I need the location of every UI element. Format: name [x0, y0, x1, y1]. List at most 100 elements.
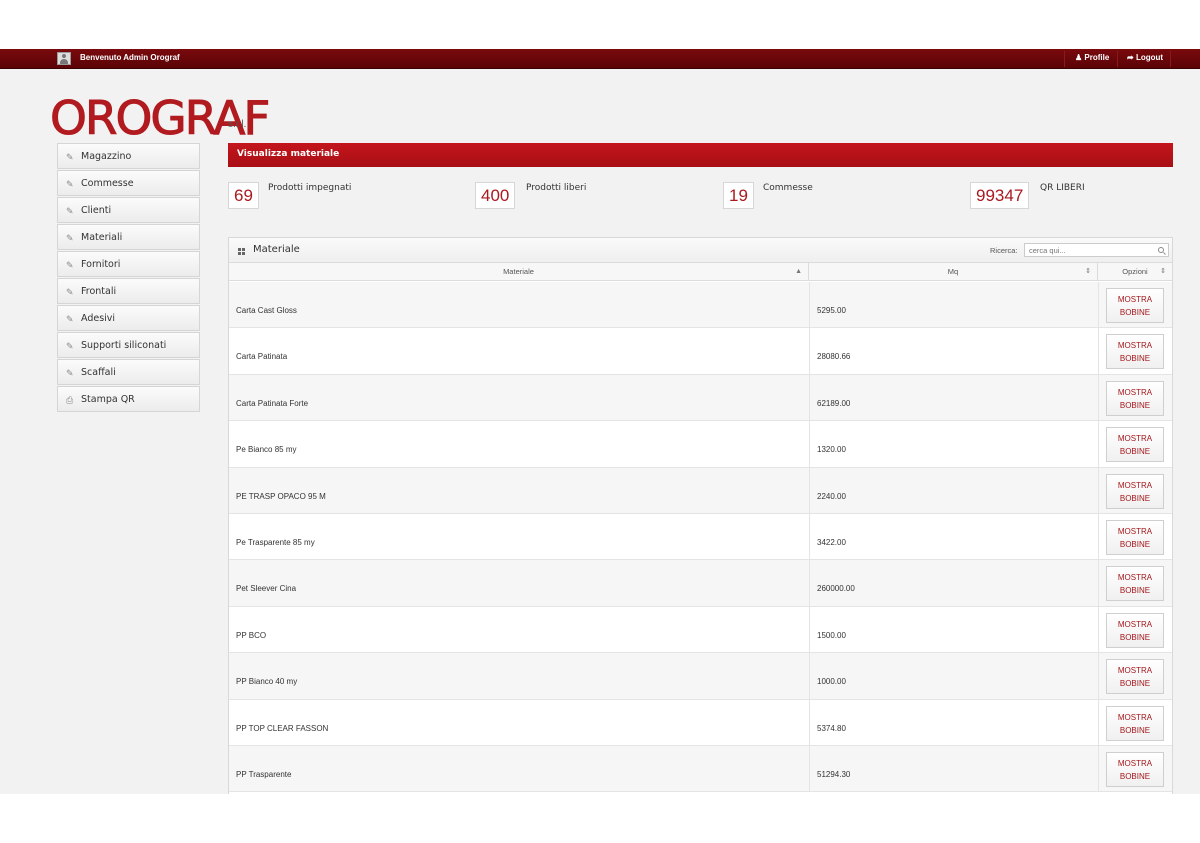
button-label-line1: MOSTRA: [1117, 341, 1153, 351]
column-divider: [809, 606, 810, 653]
cell-materiale: PP Bianco 40 my: [236, 677, 298, 687]
mostra-bobine-button[interactable]: MOSTRA BOBINE: [1106, 612, 1164, 648]
pencil-icon: ✎: [66, 341, 74, 351]
divider: [1117, 51, 1118, 67]
user-avatar-icon: [57, 52, 71, 65]
column-divider: [1098, 467, 1099, 513]
cell-mq: 1320.00: [817, 445, 846, 455]
button-label-line1: MOSTRA: [1117, 666, 1153, 676]
mostra-bobine-button[interactable]: MOSTRA BOBINE: [1106, 473, 1164, 509]
button-label-line2: BOBINE: [1119, 539, 1151, 549]
sidebar-item-frontali[interactable]: ✎ Frontali: [57, 278, 200, 304]
sidebar: ✎ Magazzino ✎ Commesse ✎ Clienti ✎ Materiali…: [57, 143, 200, 413]
button-label-line2: BOBINE: [1119, 586, 1151, 596]
mostra-bobine-button[interactable]: MOSTRA BOBINE: [1106, 519, 1164, 555]
column-divider: [1098, 699, 1099, 745]
mostra-bobine-button[interactable]: MOSTRA BOBINE: [1106, 334, 1164, 370]
pencil-icon: ✎: [66, 260, 74, 270]
sidebar-item-label: Scaffali: [81, 367, 116, 378]
button-label-line2: BOBINE: [1119, 354, 1151, 364]
cell-materiale: Carta Cast Gloss: [236, 306, 297, 315]
column-header-mq[interactable]: Mq ⇕: [809, 263, 1098, 281]
cell-mq: 260000.00: [817, 584, 855, 594]
column-divider: [809, 653, 810, 699]
button-label-line2: BOBINE: [1119, 308, 1151, 317]
pencil-icon: ✎: [66, 233, 74, 243]
button-label-line2: BOBINE: [1119, 725, 1151, 735]
profile-link[interactable]: ♟ Profile: [1075, 53, 1109, 62]
mostra-bobine-button[interactable]: MOSTRA BOBINE: [1106, 566, 1164, 602]
sidebar-item-magazzino[interactable]: ✎ Magazzino: [57, 143, 200, 169]
grid-icon: [238, 248, 246, 255]
sort-both-icon: ⇕: [1160, 268, 1166, 275]
column-divider: [809, 699, 810, 745]
column-divider: [1098, 513, 1099, 560]
column-divider: [1098, 745, 1099, 792]
top-bar: Benvenuto Admin Orograf ♟ Profile ➦ Logo…: [0, 49, 1200, 69]
sidebar-item-label: Supporti siliconati: [81, 340, 167, 351]
mostra-bobine-button[interactable]: MOSTRA BOBINE: [1106, 427, 1164, 463]
column-label: Materiale: [503, 267, 534, 276]
column-header-opzioni[interactable]: Opzioni ⇕: [1098, 263, 1172, 281]
table-row: PP BCO 1500.00 MOSTRA BOBINE: [229, 606, 1172, 654]
sidebar-item-scaffali[interactable]: ✎ Scaffali: [57, 359, 200, 385]
sidebar-item-commesse[interactable]: ✎ Commesse: [57, 170, 200, 196]
sidebar-item-materiali[interactable]: ✎ Materiali: [57, 224, 200, 250]
stat-value: 400: [475, 182, 516, 209]
table-row: PP Trasparente 51294.30 MOSTRA BOBINE: [229, 745, 1172, 793]
sidebar-item-clienti[interactable]: ✎ Clienti: [57, 197, 200, 223]
cell-mq: 1000.00: [817, 677, 846, 687]
sidebar-item-stampa-qr[interactable]: ⎙ Stampa QR: [57, 386, 200, 412]
panel-title: Materiale: [253, 244, 300, 255]
stat-label: QR LIBERI: [1040, 183, 1085, 193]
table-row: Pe Trasparente 85 my 3422.00 MOSTRA BOBINE: [229, 513, 1172, 561]
pencil-icon: ✎: [66, 368, 74, 378]
search-label: Ricerca:: [990, 246, 1018, 255]
button-label-line2: BOBINE: [1119, 400, 1151, 410]
search-input[interactable]: [1024, 243, 1169, 257]
column-header-materiale[interactable]: Materiale ▲: [229, 263, 809, 281]
page-title: Visualizza materiale: [237, 149, 340, 159]
mostra-bobine-button[interactable]: MOSTRA BOBINE: [1106, 751, 1164, 787]
sidebar-item-supporti-siliconati[interactable]: ✎ Supporti siliconati: [57, 332, 200, 358]
stat-label: Prodotti liberi: [526, 183, 587, 193]
logout-link[interactable]: ➦ Logout: [1127, 53, 1163, 62]
column-divider: [809, 421, 810, 467]
printer-icon: ⎙: [66, 395, 74, 405]
mostra-bobine-button[interactable]: MOSTRA BOBINE: [1106, 288, 1164, 323]
cell-materiale: Pet Sleever Cina: [236, 584, 297, 594]
logout-label: Logout: [1135, 53, 1164, 62]
column-divider: [1098, 328, 1099, 374]
sidebar-item-adesivi[interactable]: ✎ Adesivi: [57, 305, 200, 331]
column-divider: [809, 374, 810, 421]
mostra-bobine-button[interactable]: MOSTRA BOBINE: [1106, 659, 1164, 695]
app-window: Benvenuto Admin Orograf ♟ Profile ➦ Logo…: [0, 49, 1200, 794]
column-label: Opzioni: [1122, 267, 1148, 276]
cell-mq: 5295.00: [817, 306, 846, 315]
sidebar-item-fornitori[interactable]: ✎ Fornitori: [57, 251, 200, 277]
mostra-bobine-button[interactable]: MOSTRA BOBINE: [1106, 380, 1164, 416]
column-divider: [1098, 374, 1099, 421]
button-label-line1: MOSTRA: [1117, 295, 1153, 304]
button-label-line1: MOSTRA: [1117, 758, 1153, 768]
cell-mq: 28080.66: [817, 352, 851, 362]
cell-mq: 62189.00: [817, 398, 851, 408]
column-divider: [1098, 282, 1099, 328]
sidebar-item-label: Commesse: [81, 178, 134, 189]
mostra-bobine-button[interactable]: MOSTRA BOBINE: [1106, 705, 1164, 741]
stat-value: 69: [228, 182, 259, 209]
column-divider: [809, 282, 810, 328]
column-divider: [1098, 560, 1099, 606]
button-label-line1: MOSTRA: [1117, 526, 1153, 536]
divider: [1064, 51, 1065, 67]
stat-value: 19: [723, 182, 754, 209]
button-label-line1: MOSTRA: [1117, 573, 1153, 583]
button-label-line2: BOBINE: [1119, 632, 1151, 642]
column-divider: [809, 560, 810, 606]
logo[interactable]: OROGRAF s.r.l.: [49, 91, 270, 146]
table-row: Carta Patinata 28080.66 MOSTRA BOBINE: [229, 328, 1172, 375]
stat-label: Commesse: [763, 183, 813, 193]
profile-label: Profile: [1084, 53, 1110, 62]
button-label-line2: BOBINE: [1119, 679, 1151, 689]
logout-arrow-icon: ➦: [1127, 53, 1134, 62]
